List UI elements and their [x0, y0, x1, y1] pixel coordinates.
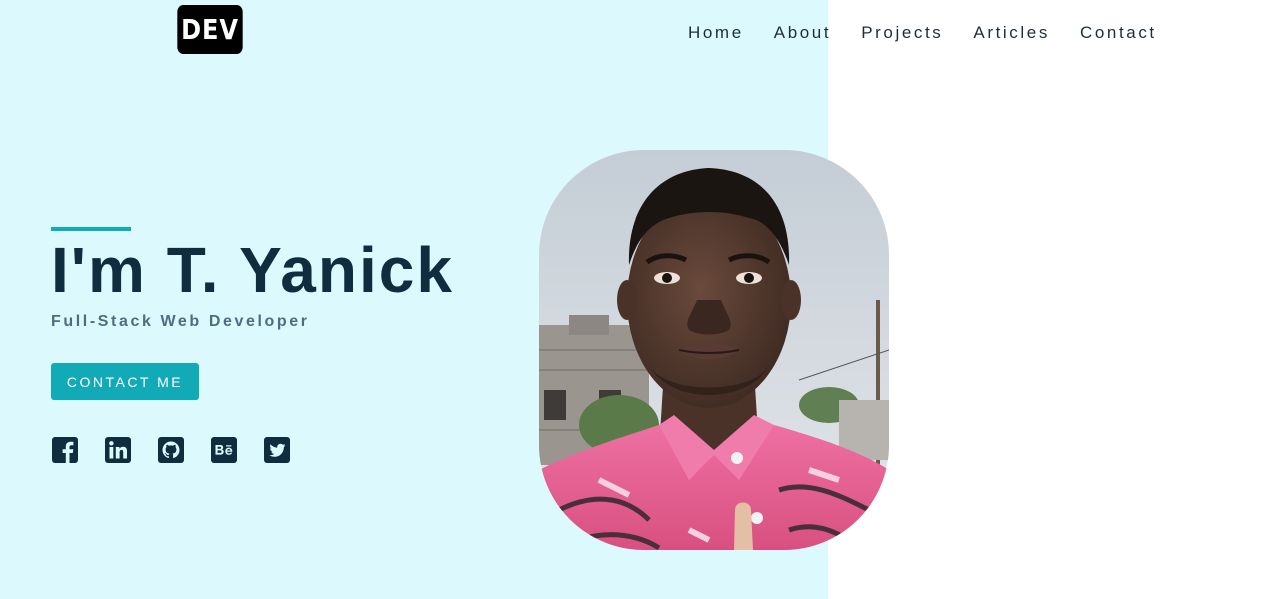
github-icon[interactable]: [158, 437, 184, 463]
profile-photo: [539, 150, 889, 550]
linkedin-icon[interactable]: [105, 437, 131, 463]
nav-item-about[interactable]: About: [774, 22, 831, 44]
nav-item-contact[interactable]: Contact: [1080, 22, 1157, 44]
behance-icon[interactable]: [211, 437, 237, 463]
hero-title: I'm T. Yanick: [51, 234, 454, 306]
social-links: [52, 437, 317, 463]
main-nav: Home About Projects Articles Contact: [688, 22, 1157, 44]
contact-me-button[interactable]: CONTACT ME: [51, 363, 199, 400]
nav-item-projects[interactable]: Projects: [861, 22, 943, 44]
dev-logo[interactable]: DEV: [177, 5, 243, 54]
nav-item-articles[interactable]: Articles: [973, 22, 1050, 44]
hero-subtitle: Full-Stack Web Developer: [51, 313, 310, 330]
nav-item-home[interactable]: Home: [688, 22, 744, 44]
title-accent-line: [51, 227, 131, 231]
twitter-icon[interactable]: [264, 437, 290, 463]
facebook-icon[interactable]: [52, 437, 78, 463]
